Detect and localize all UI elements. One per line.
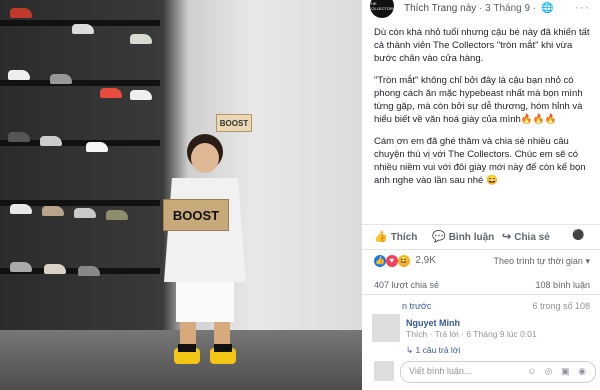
- shoe: [74, 208, 96, 218]
- boost-sign: BOOST: [216, 114, 252, 132]
- comment-placeholder: Viết bình luận...: [409, 366, 472, 376]
- commenter-name[interactable]: Nguyet Minh: [406, 318, 460, 328]
- shoe: [10, 204, 32, 214]
- comment-tool-icons[interactable]: ☺ ◎ ▣ ◉: [527, 366, 589, 377]
- reactions-row: 👍 ♥ 😆 2,9K Theo trình tự thời gian ▾: [362, 251, 600, 273]
- post-text: Dù còn khá nhỏ tuổi nhưng cậu bé này đã …: [374, 26, 594, 196]
- post-paragraph: Cám ơn em đã ghé thăm và chia sẻ nhiều c…: [374, 136, 586, 186]
- shares-count[interactable]: 407 lượt chia sẻ: [374, 280, 439, 290]
- shoe: [40, 136, 62, 146]
- shoe: [130, 34, 152, 44]
- comment-sort-dropdown[interactable]: Theo trình tự thời gian ▾: [493, 256, 590, 267]
- previous-comments-count: 6 trong số 108: [532, 301, 590, 311]
- own-avatar: [374, 361, 394, 381]
- reactions-count: 2,9K: [415, 255, 436, 266]
- post-date[interactable]: 3 Tháng 9: [485, 3, 530, 14]
- post-paragraph: Dù còn khá nhỏ tuổi nhưng cậu bé này đã …: [374, 27, 590, 64]
- comment-button[interactable]: 💬 Bình luận: [432, 230, 494, 243]
- shoe: [72, 24, 94, 34]
- reactions[interactable]: 👍 ♥ 😆 2,9K: [374, 255, 436, 267]
- stats-row: 407 lượt chia sẻ 108 bình luận: [362, 278, 600, 295]
- shoe: [86, 142, 108, 152]
- more-options-icon[interactable]: ···: [575, 0, 590, 14]
- shoe: [42, 206, 64, 216]
- post-header: THE COLLECTORS Thích Trang này · 3 Tháng…: [362, 0, 600, 20]
- shoe: [44, 264, 66, 274]
- comments-count[interactable]: 108 bình luận: [535, 280, 590, 290]
- shoe: [78, 266, 100, 276]
- comment-input[interactable]: Viết bình luận... ☺ ◎ ▣ ◉: [400, 361, 596, 383]
- boost-shoebox: BOOST: [163, 199, 229, 231]
- like-reaction-icon: 👍: [374, 255, 386, 267]
- shelf: [0, 80, 160, 86]
- header-text: Thích Trang này · 3 Tháng 9 · 🌐: [404, 3, 554, 14]
- haha-reaction-icon: 😆: [397, 255, 410, 267]
- page-logo[interactable]: THE COLLECTORS: [368, 0, 396, 18]
- like-button[interactable]: 👍 Thích: [374, 230, 417, 243]
- comment-icon: 💬: [432, 231, 446, 243]
- post-paragraph: "Tròn mắt" không chỉ bởi đây là cậu bạn …: [374, 75, 583, 125]
- shoe: [10, 8, 32, 18]
- shoe: [106, 210, 128, 220]
- commenter-avatar[interactable]: [372, 314, 400, 342]
- globe-icon: 🌐: [540, 3, 554, 14]
- action-bar: 👍 Thích 💬 Bình luận ↪ Chia sẻ ⚫: [362, 224, 600, 250]
- comment-meta[interactable]: Thích · Trả lời · 6 Tháng 9 lúc 0:01: [406, 329, 537, 339]
- share-icon: ↪: [502, 231, 512, 243]
- shoe: [100, 88, 122, 98]
- chevron-down-icon: ▾: [585, 256, 590, 266]
- previous-comments-link[interactable]: n trước: [402, 301, 431, 311]
- view-replies-link[interactable]: ↳ 1 câu trả lời: [406, 345, 460, 356]
- reply-arrow-icon: ↳: [406, 345, 414, 355]
- shoe: [8, 132, 30, 142]
- shoe: [10, 262, 32, 272]
- post-photo[interactable]: BOOST BOOST: [0, 0, 362, 390]
- shoe: [8, 70, 30, 80]
- post-panel: THE COLLECTORS Thích Trang này · 3 Tháng…: [362, 0, 600, 390]
- page-avatar-icon: ⚫: [572, 230, 585, 241]
- shoe: [130, 90, 152, 100]
- share-button[interactable]: ↪ Chia sẻ: [502, 230, 550, 243]
- like-page-link[interactable]: Thích Trang này: [404, 3, 476, 14]
- write-comment-row: Viết bình luận... ☺ ◎ ▣ ◉: [374, 361, 596, 383]
- boy-figure: [164, 134, 246, 364]
- love-reaction-icon: ♥: [385, 255, 398, 267]
- shoe: [50, 74, 72, 84]
- thumbs-up-icon: 👍: [374, 231, 388, 243]
- page-avatar-switch[interactable]: ⚫: [572, 230, 584, 241]
